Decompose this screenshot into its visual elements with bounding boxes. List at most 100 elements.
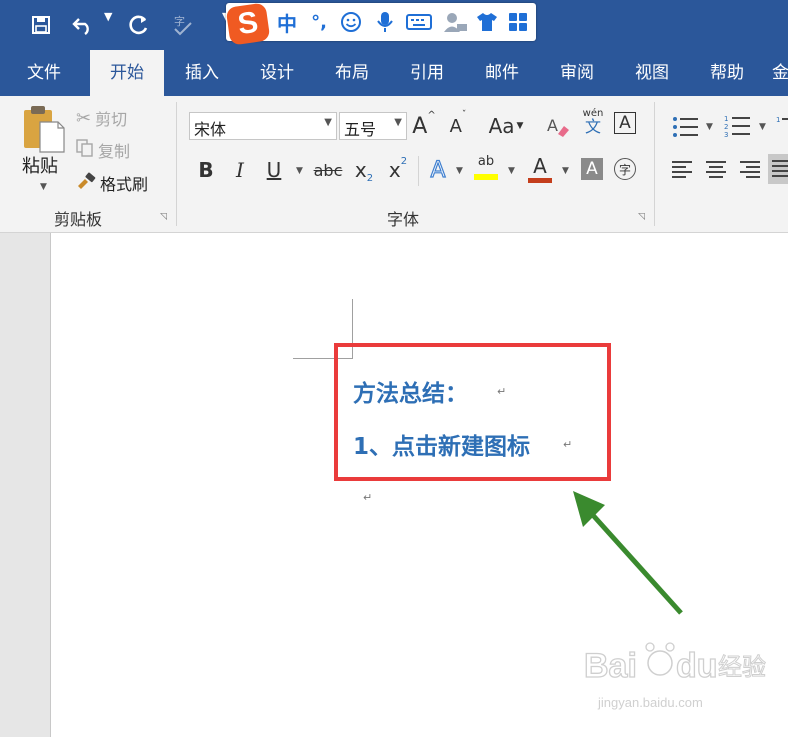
paste-icon[interactable] [22, 104, 66, 154]
multilevel-list-button[interactable]: 1 [776, 114, 788, 138]
tab-mailings[interactable]: 邮件 [472, 50, 532, 96]
format-painter-label: 格式刷 [100, 175, 149, 194]
underline-button[interactable]: U [262, 154, 286, 186]
enclose-char-button[interactable]: 字 [614, 158, 636, 180]
font-size-value: 五号 [344, 120, 377, 139]
tab-insert[interactable]: 插入 [172, 50, 232, 96]
align-center-button[interactable] [706, 160, 728, 180]
group-divider [654, 102, 655, 226]
clear-formatting-button[interactable]: A [544, 110, 572, 142]
grow-font-icon: A [412, 113, 428, 139]
paste-dropdown-icon[interactable]: ▼ [40, 182, 47, 192]
document-area: 方法总结： ↵ 1、点击新建图标 ↵ ↵ Bai du 经验 jingyan.b… [0, 233, 788, 737]
superscript-index: 2 [400, 156, 408, 167]
cut-button[interactable]: ✂ 剪切 [76, 106, 127, 130]
underline-dropdown-icon[interactable]: ▼ [296, 166, 303, 176]
phonetic-guide-button[interactable]: wén 文 [580, 108, 606, 138]
phonetic-bottom: 文 [584, 117, 601, 136]
green-arrow-annotation [573, 491, 683, 615]
tab-home[interactable]: 开始 [90, 50, 164, 96]
tab-view[interactable]: 视图 [622, 50, 682, 96]
tab-file[interactable]: 文件 [12, 50, 76, 96]
paste-button[interactable]: 粘贴 [22, 152, 58, 178]
change-case-button[interactable]: Aa ▼ [486, 110, 526, 142]
tab-review[interactable]: 审阅 [546, 50, 608, 96]
justify-button[interactable] [768, 154, 788, 184]
superscript-button[interactable]: x2 [386, 154, 410, 186]
ime-punct-toggle[interactable]: °, [306, 9, 332, 35]
format-painter-button[interactable]: 格式刷 [76, 171, 148, 195]
font-name-dropdown-icon[interactable]: ▼ [324, 117, 332, 128]
redo-icon[interactable] [122, 8, 156, 42]
font-name-combo[interactable]: 宋体 ▼ [189, 112, 337, 140]
text-effects-dropdown-icon[interactable]: ▼ [456, 166, 463, 176]
tab-help[interactable]: 帮助 [696, 50, 758, 96]
save-icon[interactable] [24, 8, 58, 42]
tab-more[interactable]: 金 [772, 50, 788, 96]
subscript-button[interactable]: x2 [352, 154, 376, 186]
font-color-bar [528, 178, 552, 183]
group-divider [176, 102, 177, 226]
bullets-button[interactable] [672, 116, 700, 138]
font-color-dropdown-icon[interactable]: ▼ [562, 166, 569, 176]
change-case-dropdown-icon: ▼ [516, 121, 524, 131]
svg-text:字: 字 [174, 14, 185, 28]
numbering-button[interactable]: 123 [724, 114, 752, 139]
keyboard-icon[interactable] [404, 9, 434, 35]
tab-references[interactable]: 引用 [396, 50, 458, 96]
font-size-dropdown-icon[interactable]: ▼ [394, 117, 402, 128]
subscript-base: x [354, 158, 367, 182]
emoji-icon[interactable] [338, 9, 364, 35]
copy-button[interactable]: 复制 [76, 138, 130, 162]
svg-text:3: 3 [724, 131, 728, 138]
document-page[interactable]: 方法总结： ↵ 1、点击新建图标 ↵ ↵ Bai du 经验 jingyan.b… [50, 233, 788, 737]
highlight-button[interactable]: ab [472, 154, 500, 184]
align-right-button[interactable] [740, 160, 762, 180]
clipboard-launcher-icon[interactable]: ◹ [160, 212, 170, 222]
clipboard-group-label: 剪贴板 [53, 210, 102, 229]
bullets-dropdown-icon[interactable]: ▼ [706, 122, 713, 132]
grow-caret-icon: ^ [427, 110, 436, 121]
highlight-dropdown-icon[interactable]: ▼ [508, 166, 515, 176]
watermark-url: jingyan.baidu.com [598, 695, 703, 710]
change-case-label: Aa [488, 114, 515, 138]
bold-button[interactable]: B [194, 154, 218, 186]
numbering-dropdown-icon[interactable]: ▼ [759, 122, 766, 132]
undo-dropdown-icon[interactable]: ▼ [104, 10, 112, 23]
svg-text:1: 1 [724, 115, 728, 123]
spelling-icon[interactable]: 字 [166, 8, 200, 42]
bullets-icon [673, 117, 698, 137]
doc-line-1[interactable]: 方法总结： [353, 374, 468, 408]
svg-text:du: du [676, 647, 718, 685]
superscript-base: x [388, 158, 401, 182]
paragraph-mark: ↵ [497, 385, 507, 398]
char-border-button[interactable]: A [614, 112, 636, 134]
skin-tshirt-icon[interactable] [474, 9, 500, 35]
ime-mode-toggle[interactable]: 中 [274, 9, 300, 36]
scissors-icon: ✂ [76, 107, 92, 129]
user-icon[interactable] [440, 9, 470, 35]
shrink-font-button[interactable]: Aˇ [446, 110, 470, 142]
microphone-icon[interactable] [372, 9, 398, 35]
tab-layout[interactable]: 布局 [322, 50, 382, 96]
text-effects-button[interactable]: A [426, 154, 450, 186]
grow-font-button[interactable]: A ^ [412, 110, 436, 142]
font-launcher-icon[interactable]: ◹ [638, 212, 648, 222]
ime-toolbar: S 中 °, [225, 2, 536, 46]
strikethrough-button[interactable]: abc [312, 154, 344, 186]
tab-design[interactable]: 设计 [246, 50, 308, 96]
paragraph-mark: ↵ [363, 491, 373, 504]
svg-text:A: A [547, 116, 558, 135]
undo-icon[interactable] [66, 8, 100, 42]
char-shading-button[interactable]: A [581, 158, 603, 180]
italic-button[interactable]: I [228, 154, 252, 186]
toolbox-grid-icon[interactable] [506, 9, 530, 35]
doc-line-2[interactable]: 1、点击新建图标 [353, 427, 530, 461]
font-size-combo[interactable]: 五号 ▼ [339, 112, 407, 140]
clear-formatting-icon: A [547, 116, 569, 137]
font-color-label: A [533, 154, 547, 178]
shrink-font-icon: A [449, 115, 462, 137]
font-color-button[interactable]: A [526, 154, 554, 184]
watermark-cn: 经验 [718, 653, 766, 681]
align-left-button[interactable] [672, 160, 694, 180]
